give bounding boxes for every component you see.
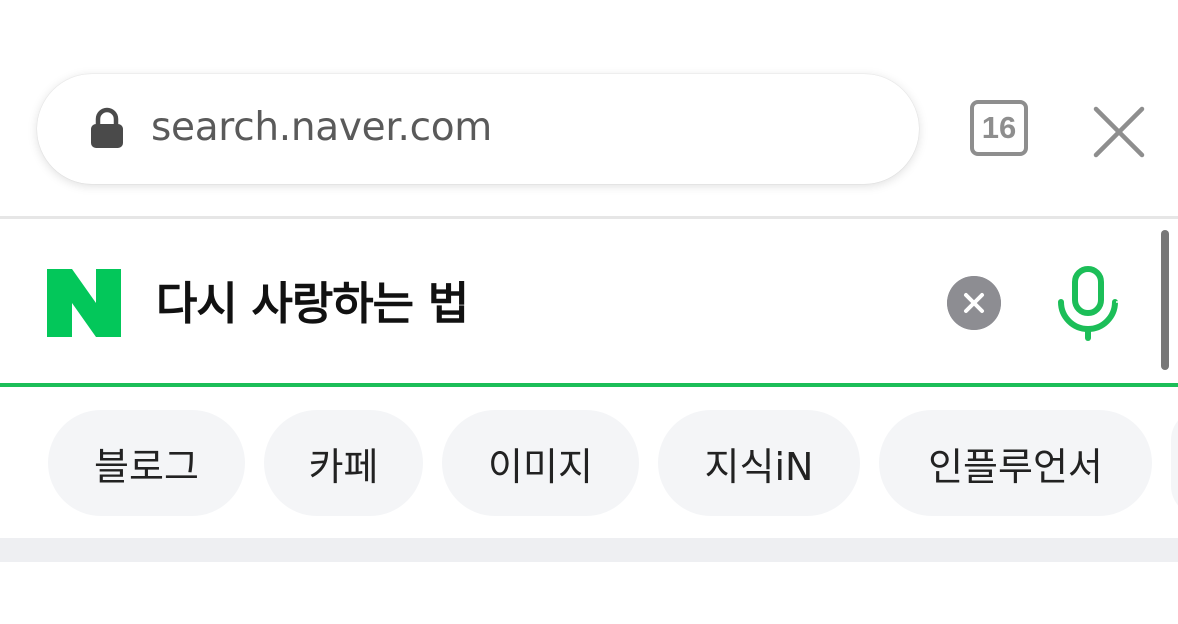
divider bbox=[0, 216, 1178, 219]
clear-search-icon[interactable] bbox=[947, 276, 1001, 330]
chip-image[interactable]: 이미지 bbox=[442, 410, 639, 516]
address-bar[interactable]: search.naver.com bbox=[37, 74, 919, 184]
chip-influencer[interactable]: 인플루언서 bbox=[879, 410, 1152, 516]
close-icon[interactable] bbox=[1092, 105, 1146, 159]
chip-kin[interactable]: 지식iN bbox=[658, 410, 860, 516]
microphone-icon[interactable] bbox=[1056, 266, 1122, 342]
lock-icon bbox=[91, 107, 123, 148]
chip-blog[interactable]: 블로그 bbox=[48, 410, 245, 516]
scrollbar[interactable] bbox=[1161, 230, 1169, 370]
section-divider bbox=[0, 538, 1178, 562]
chip-cafe[interactable]: 카페 bbox=[264, 410, 423, 516]
search-underline bbox=[0, 383, 1178, 387]
chip-more-partial[interactable] bbox=[1171, 410, 1178, 516]
url-text: search.naver.com bbox=[151, 105, 492, 150]
page: search.naver.com 16 다시 사랑하는 법 블로그 카페 이미지… bbox=[0, 0, 1178, 624]
naver-n-logo[interactable] bbox=[47, 269, 121, 337]
search-query-input[interactable]: 다시 사랑하는 법 bbox=[156, 274, 469, 334]
tabs-count-button[interactable]: 16 bbox=[970, 100, 1028, 156]
